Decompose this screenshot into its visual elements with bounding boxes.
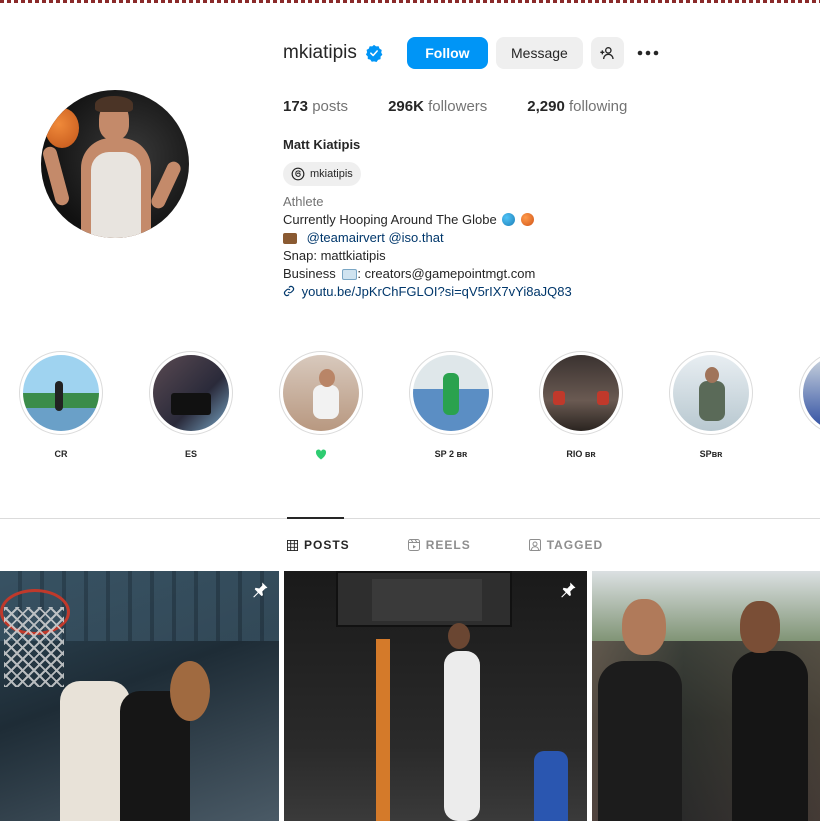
add-user-icon [600,47,615,60]
tab-tagged-label: TAGGED [546,538,604,552]
suggested-users-button[interactable] [590,37,624,69]
active-tab-indicator [287,517,344,519]
profile-link[interactable]: youtu.be/JpKrChFGLOI?si=qV5rIX7vYi8aJQ83 [302,284,572,299]
highlight-ring [19,351,103,435]
avatar-arm [149,159,183,211]
post-tile[interactable] [0,571,279,821]
bio-line: @teamairvert @iso.that [283,229,572,247]
highlight-ring [539,351,623,435]
posts-stat: 173 posts [283,98,348,115]
bio-snap: Snap: mattkiatipis [283,248,386,263]
bio-link-row[interactable]: youtu.be/JpKrChFGLOI?si=qV5rIX7vYi8aJQ83 [283,283,572,301]
tab-reels-label: REELS [425,538,471,552]
ellipsis-icon [637,50,659,56]
tab-posts-label: POSTS [304,538,350,552]
avatar-tank-top [91,152,141,238]
reels-icon [407,539,420,551]
post-tile[interactable] [592,571,820,821]
tabs-divider [0,518,820,519]
highlight-label: SP 2 ʙʀ [434,449,468,459]
highlight-label [279,449,363,462]
follow-button[interactable]: Follow [406,37,488,69]
profile-avatar[interactable] [41,90,189,238]
more-options-button[interactable] [636,41,660,65]
avatar-basketball [45,108,79,148]
followers-stat[interactable]: 296K followers [388,98,487,115]
profile-stats: 173 posts 296K followers 2,290 following [283,98,667,115]
bio-business-label: Business [283,266,336,281]
highlight-thumbnail [803,355,820,431]
post-tile[interactable] [284,571,587,821]
following-stat[interactable]: 2,290 following [527,98,627,115]
envelope-icon [342,269,358,280]
posts-count: 173 [283,98,309,115]
followers-label: followers [428,98,488,115]
threads-handle: mkiatipis [310,168,353,180]
highlight-item[interactable]: ES [149,351,233,459]
verified-badge-icon [365,44,383,62]
highlight-label: ES [184,449,197,459]
bio-text: Currently Hooping Around The Globe [283,212,497,227]
globe-icon [502,213,516,226]
username: mkiatipis [283,42,357,63]
pinned-icon [561,582,576,598]
highlight-ring [149,351,233,435]
tab-tagged[interactable]: TAGGED [528,538,604,552]
highlight-thumbnail [673,355,749,431]
avatar-arm [41,145,71,207]
highlight-item[interactable]: CR [19,351,103,459]
bio-line: Currently Hooping Around The Globe [283,211,572,229]
highlight-item[interactable]: SP 2 ʙʀ [409,351,493,459]
full-name: Matt Kiatipis [283,137,361,152]
message-button[interactable]: Message [495,37,583,69]
briefcase-icon [283,233,297,244]
grid-icon [287,539,298,551]
highlight-item[interactable]: RIO ʙʀ [539,351,623,459]
following-label: following [569,98,628,115]
mention-teamairvert[interactable]: @teamairvert [307,230,385,245]
highlight-ring [669,351,753,435]
highlight-thumbnail [413,355,489,431]
highlight-item[interactable]: SPʙʀ [669,351,753,459]
highlight-thumbnail [153,355,229,431]
threads-icon [291,167,305,181]
threads-badge[interactable]: mkiatipis [283,162,361,186]
profile-tabs: POSTS REELS TAGGED [287,538,661,552]
profile-header-row: mkiatipis Follow Message [283,36,660,70]
avatar-hair [95,96,133,112]
highlight-label: RIO ʙʀ [566,449,596,459]
highlight-item[interactable] [799,351,820,435]
tagged-icon [528,539,541,551]
bio: Athlete Currently Hooping Around The Glo… [283,193,572,301]
following-count: 2,290 [527,98,565,115]
bio-business-email: : creators@gamepointmgt.com [357,266,536,281]
bio-line: Business : creators@gamepointmgt.com [283,265,572,283]
highlight-label: SPʙʀ [699,449,723,459]
highlight-label: CR [54,449,68,459]
highlight-ring [409,351,493,435]
category-label: Athlete [283,194,324,209]
pinned-icon [253,582,268,598]
mention-iso-that[interactable]: @iso.that [388,230,443,245]
highlight-thumbnail [283,355,359,431]
top-border [0,0,820,3]
highlight-thumbnail [23,355,99,431]
highlight-item[interactable] [279,351,363,462]
highlight-thumbnail [543,355,619,431]
tab-posts[interactable]: POSTS [287,538,350,552]
highlight-ring [799,351,820,435]
highlight-ring [279,351,363,435]
tab-reels[interactable]: REELS [407,538,471,552]
followers-count: 296K [388,98,424,115]
green-heart-icon [315,449,327,460]
basketball-icon [520,213,534,226]
link-icon [283,285,295,297]
posts-label: posts [312,98,349,115]
